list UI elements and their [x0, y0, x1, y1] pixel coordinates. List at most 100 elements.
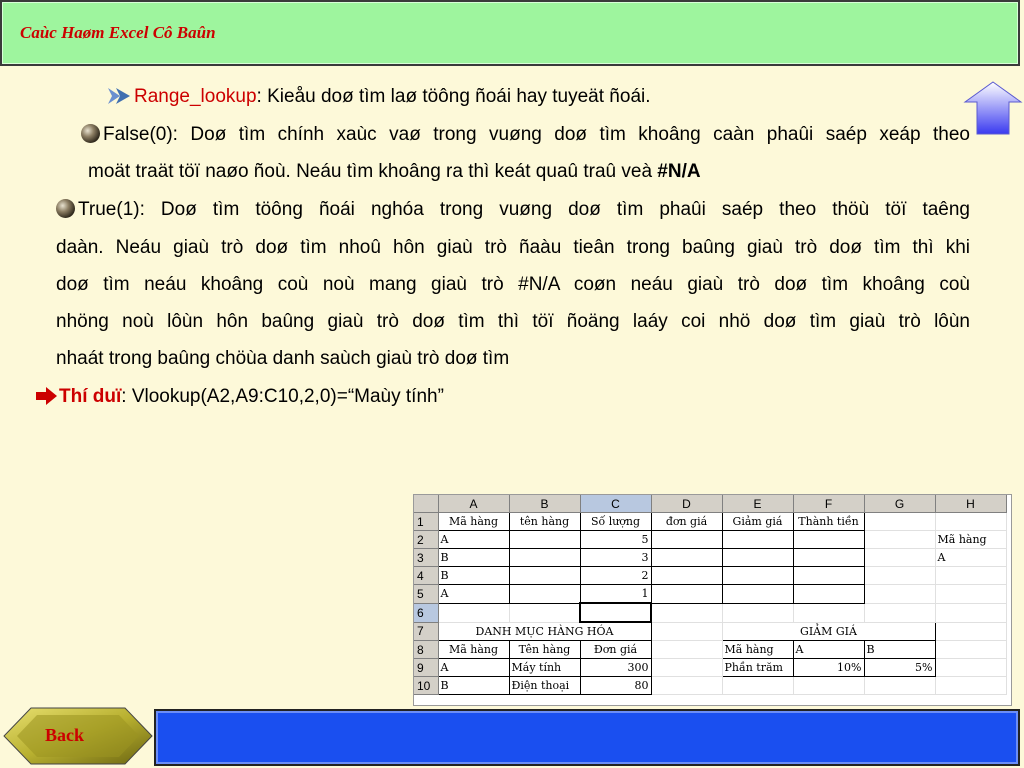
false-text-1: False(0): Doø tìm chính xaùc vaø trong v…: [103, 124, 970, 145]
cell: [864, 584, 936, 604]
true-line-5: nhaát trong baûng chöùa danh saùch giaù …: [56, 348, 510, 369]
cell: [864, 530, 936, 549]
table-row: 7 DANH MỤC HÀNG HÓA GIẢM GIÁ: [414, 621, 1007, 641]
cell: A: [792, 640, 865, 659]
spreadsheet-image: A B C D E F G H 1 Mã hàng tên hàng Số lư…: [413, 494, 1012, 706]
cell: [864, 566, 936, 585]
corner-cell: [414, 495, 439, 513]
cell: 80: [579, 676, 652, 695]
row-header: 9: [414, 658, 439, 677]
cell: [935, 622, 1007, 641]
cell: [721, 548, 794, 567]
cell: 5: [579, 530, 652, 549]
active-cell[interactable]: [579, 602, 652, 623]
cell: 5%: [863, 658, 936, 677]
cell: A: [437, 530, 510, 549]
cell: [935, 584, 1007, 604]
true-line-2: daàn. Neáu giaù trò doø tìm nhoû hôn gia…: [56, 237, 970, 258]
table-row: 10 B Điện thoại 80: [414, 676, 1007, 695]
cell: [508, 548, 581, 567]
cell: [650, 530, 723, 549]
range-lookup-line: Range_lookup: Kieåu doø tìm laø töông ño…: [106, 86, 651, 108]
example-label: Thí duï: [59, 386, 122, 407]
cell: [792, 548, 865, 567]
cell: [792, 530, 865, 549]
col-header: F: [793, 495, 865, 513]
table-row: 1 Mã hàng tên hàng Số lượng đơn giá Giảm…: [414, 512, 1007, 531]
cell: [935, 658, 1007, 677]
cell: [650, 566, 723, 585]
col-header: A: [438, 495, 510, 513]
cell: Số lượng: [579, 512, 652, 531]
cell: 1: [579, 584, 652, 604]
red-arrow-icon: [36, 387, 57, 405]
cell: 300: [579, 658, 652, 677]
table-row: 8 Mã hàng Tên hàng Đơn giá Mã hàng A B: [414, 640, 1007, 659]
cell: B: [863, 640, 936, 659]
column-header-row: A B C D E F G H: [414, 495, 1007, 513]
cell: [721, 584, 794, 604]
table-row: 4 B 2: [414, 566, 1007, 585]
cell: [509, 603, 581, 623]
cell: Máy tính: [508, 658, 581, 677]
false-line-2: moät traät töï naøo ñoù. Neáu tìm khoâng…: [88, 161, 701, 183]
row-header: 2: [414, 530, 439, 549]
slide-title: Caùc Haøm Excel Cô Baûn: [20, 23, 216, 42]
cell: [793, 603, 865, 623]
cell: Mã hàng: [437, 640, 510, 659]
cell: [438, 603, 510, 623]
cell: [864, 548, 936, 567]
row-header: 5: [414, 584, 439, 604]
true-line-4: nhöng noù lôùn hôn baûng giaù trò doø tì…: [56, 311, 970, 332]
cell: tên hàng: [508, 512, 581, 531]
cell: [722, 676, 794, 695]
cell: [508, 584, 581, 604]
true-text-1: True(1): Doø tìm töông ñoái nghóa trong …: [78, 199, 970, 220]
up-arrow-icon[interactable]: [963, 80, 1023, 136]
table-row: 2 A 5 Mã hàng: [414, 530, 1007, 549]
row-header: 6: [414, 603, 439, 623]
bottom-bar: [154, 709, 1020, 766]
cell: 3: [579, 548, 652, 567]
col-header: E: [722, 495, 794, 513]
cell: [722, 603, 794, 623]
cell: [651, 676, 723, 695]
cell: Mã hàng: [437, 512, 510, 531]
cell: [935, 640, 1007, 659]
cell: [721, 566, 794, 585]
cell: Đơn giá: [579, 640, 652, 659]
col-header: B: [509, 495, 581, 513]
cell: B: [437, 676, 510, 695]
cell: A: [437, 658, 510, 677]
back-button-label[interactable]: Back: [45, 725, 84, 746]
example-line: Thí duï: Vlookup(A2,A9:C10,2,0)=“Maùy tí…: [35, 386, 444, 408]
cell: [508, 566, 581, 585]
cell: [935, 512, 1007, 531]
row-header: 10: [414, 676, 439, 695]
cell: Mã hàng: [721, 640, 794, 659]
cell: [721, 530, 794, 549]
cell: [651, 658, 723, 677]
row-header: 8: [414, 640, 439, 659]
cell: [651, 640, 723, 659]
range-lookup-text: : Kieåu doø tìm laø töông ñoái hay tuyeä…: [256, 86, 651, 107]
col-header: H: [935, 495, 1007, 513]
cell: B: [437, 566, 510, 585]
cell: [651, 622, 723, 641]
cell: Điện thoại: [508, 676, 581, 695]
merged-header-cell: GIẢM GIÁ: [721, 621, 936, 641]
cell: [864, 676, 936, 695]
table-row: 9 A Máy tính 300 Phần trăm 10% 5%: [414, 658, 1007, 677]
title-bar: Caùc Haøm Excel Cô Baûn: [0, 0, 1020, 66]
cell: [935, 603, 1007, 623]
cell: [650, 548, 723, 567]
ball-bullet-icon: [81, 124, 100, 143]
row-header: 7: [414, 622, 439, 641]
merged-header-cell: DANH MỤC HÀNG HÓA: [437, 621, 652, 641]
true-line-1: True(1): Doø tìm töông ñoái nghóa trong …: [56, 199, 970, 221]
cell: A: [437, 584, 510, 604]
ball-bullet-icon: [56, 199, 75, 218]
table-row: 6: [414, 602, 1007, 623]
arrow-bullet-icon: [108, 88, 130, 104]
cell: [864, 512, 936, 531]
